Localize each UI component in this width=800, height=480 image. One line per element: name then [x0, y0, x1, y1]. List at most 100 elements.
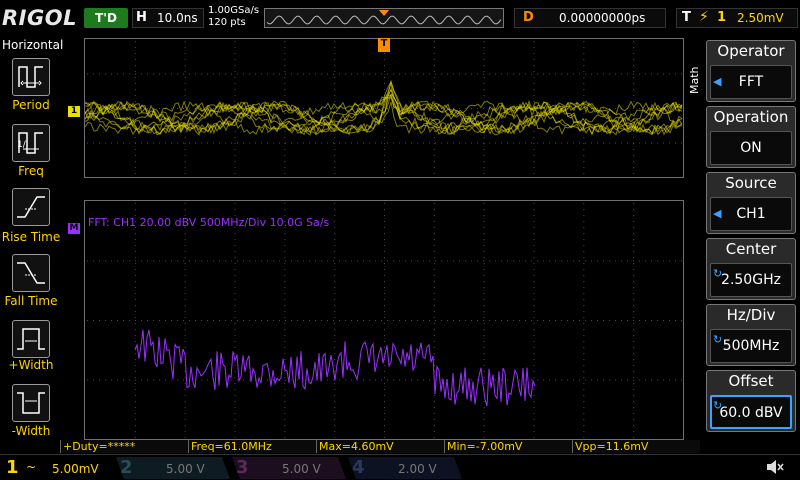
measurement-vpp[interactable]: Vpp=11.6mV — [572, 440, 700, 453]
grid-dot — [129, 142, 130, 144]
grid-dot — [633, 108, 634, 109]
hz-per-div-panel[interactable]: Hz/Div 500MHz ↻ — [706, 304, 796, 366]
grid-dot — [477, 260, 478, 262]
grid-dot — [334, 173, 336, 174]
ch2-number: 2 — [120, 457, 133, 478]
grid-dot — [357, 142, 358, 144]
grid-dot — [501, 260, 502, 262]
grid-dot — [459, 260, 460, 262]
grid-dot — [384, 365, 385, 366]
grid-dot — [334, 359, 336, 360]
grid-dot — [315, 73, 316, 75]
waveform-memory-bar[interactable] — [264, 8, 504, 28]
ch4-status[interactable]: 4 2.00 V — [348, 457, 462, 479]
frequency-button[interactable]: 1/ — [12, 124, 50, 162]
grid-dot — [621, 320, 622, 321]
grid-dot — [183, 142, 184, 144]
fall-time-icon — [17, 262, 45, 284]
trigger-box[interactable]: T ⚡ 1 2.50mV — [676, 8, 798, 28]
ch4-scale: 2.00 V — [398, 462, 437, 476]
grid-dot — [284, 287, 286, 288]
grid-dot — [433, 245, 435, 246]
period-button[interactable] — [12, 58, 50, 96]
grid-dot — [213, 108, 214, 109]
grid-dot — [213, 142, 214, 144]
grid-dot — [633, 407, 635, 408]
grid-dot — [384, 215, 385, 216]
fft-window[interactable] — [84, 200, 684, 440]
grid-dot — [334, 161, 336, 162]
grid-dot — [284, 167, 286, 168]
grid-dot — [483, 425, 485, 426]
ch1-ground-marker[interactable]: 1 — [68, 106, 80, 117]
center-panel[interactable]: Center 2.50GHz ↻ — [706, 238, 796, 300]
grid-dot — [533, 41, 535, 42]
trigger-source: 1 — [717, 10, 727, 25]
grid-dot — [533, 377, 535, 378]
grid-dot — [519, 320, 520, 321]
channel-status-bar: 1 ~ 5.00mV 2 5.00 V 3 5.00 V 4 2.00 V — [0, 454, 800, 480]
grid-dot — [495, 260, 496, 262]
grid-dot — [583, 269, 585, 270]
grid-dot — [615, 142, 616, 144]
grid-dot — [234, 233, 236, 234]
measurement-duty[interactable]: +Duty=***** — [60, 440, 188, 453]
grid-dot — [219, 320, 220, 321]
grid-dot — [249, 320, 250, 321]
grid-dot — [483, 275, 485, 276]
ch1-status[interactable]: 1 ~ 5.00mV — [6, 457, 114, 479]
rise-time-button[interactable] — [12, 188, 50, 226]
grid-dot — [621, 142, 622, 144]
grid-dot — [651, 320, 652, 321]
grid-dot — [573, 320, 574, 321]
grid-dot — [533, 251, 535, 252]
grid-dot — [184, 95, 186, 96]
ch2-status[interactable]: 2 5.00 V — [116, 457, 230, 479]
measurement-freq[interactable]: Freq=61.0MHz — [188, 440, 316, 453]
ch3-status[interactable]: 3 5.00 V — [232, 457, 346, 479]
grid-dot — [284, 41, 286, 42]
grid-dot — [134, 101, 136, 102]
operator-panel[interactable]: Operator FFT ◀ — [706, 40, 796, 102]
grid-dot — [315, 320, 316, 321]
grid-dot — [231, 320, 232, 321]
horizontal-timebase-box[interactable]: H 10.0ns — [132, 8, 204, 28]
measurement-min[interactable]: Min=-7.00mV — [444, 440, 572, 453]
measurement-max[interactable]: Max=4.60mV — [316, 440, 444, 453]
grid-dot — [225, 320, 226, 321]
grid-dot — [363, 73, 364, 75]
grid-dot — [184, 83, 186, 84]
negative-width-button[interactable] — [12, 384, 50, 422]
grid-dot — [567, 142, 568, 144]
grid-dot — [433, 251, 435, 252]
grid-dot — [93, 260, 94, 262]
time-domain-window[interactable] — [84, 38, 684, 178]
grid-dot — [533, 71, 535, 72]
speaker-mute-icon[interactable] — [764, 457, 786, 477]
grid-dot — [134, 257, 136, 258]
grid-dot — [433, 293, 435, 294]
grid-dot — [135, 142, 136, 144]
math-menu-tab[interactable]: Math — [688, 60, 702, 100]
operation-panel[interactable]: Operation ON — [706, 106, 796, 168]
run-status-badge[interactable]: T'D — [84, 8, 128, 28]
grid-dot — [583, 419, 585, 420]
grid-dot — [284, 257, 286, 258]
grid-dot — [639, 108, 640, 109]
positive-width-button[interactable] — [12, 320, 50, 358]
delay-box[interactable]: D 0.00000000ps — [514, 8, 666, 28]
source-panel[interactable]: Source CH1 ◀ — [706, 172, 796, 234]
math-offset-marker[interactable]: M — [68, 223, 80, 234]
offset-panel[interactable]: Offset 60.0 dBV ↻ — [706, 370, 796, 432]
grid-dot — [583, 167, 585, 168]
fall-time-button[interactable] — [12, 254, 50, 292]
grid-dot — [171, 320, 172, 321]
grid-dot — [285, 73, 286, 75]
grid-dot — [234, 395, 236, 396]
trigger-time-marker[interactable]: T — [378, 38, 390, 52]
grid-dot — [579, 142, 580, 144]
grid-dot — [483, 41, 485, 42]
ch4-number: 4 — [352, 457, 365, 478]
grid-dot — [384, 173, 385, 174]
grid-dot — [249, 379, 250, 381]
